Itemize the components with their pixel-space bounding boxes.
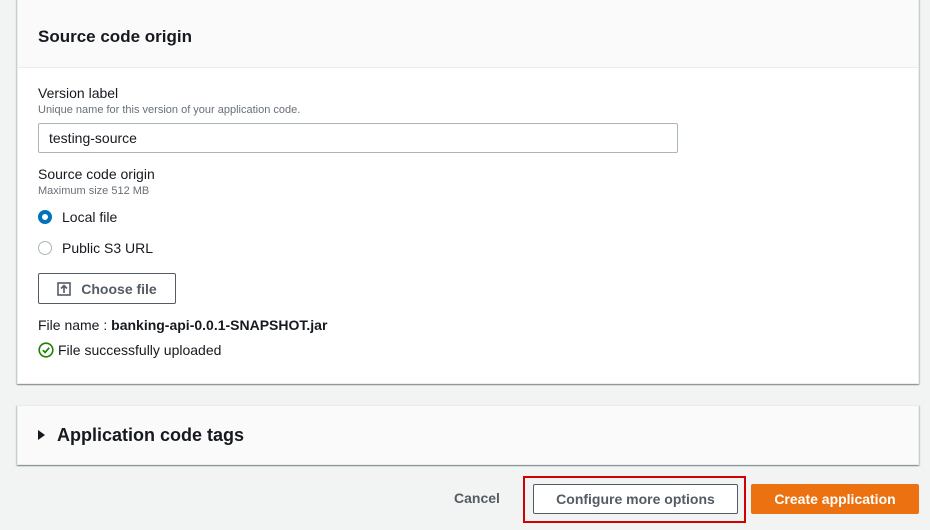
version-label-description: Unique name for this version of your app…: [38, 104, 301, 116]
tags-expander[interactable]: Application code tags: [18, 406, 918, 464]
source-origin-title: Source code origin: [38, 166, 155, 182]
configure-more-options-button[interactable]: Configure more options: [533, 484, 738, 514]
application-code-tags-panel: Application code tags: [17, 405, 919, 465]
panel-title: Source code origin: [38, 27, 192, 46]
radio-public-s3-url[interactable]: Public S3 URL: [38, 238, 918, 258]
create-application-button[interactable]: Create application: [751, 484, 919, 514]
upload-status-text: File successfully uploaded: [58, 342, 222, 358]
choose-file-button[interactable]: Choose file: [38, 273, 176, 304]
form-actions: Cancel Configure more options Create app…: [0, 476, 930, 530]
tags-title: Application code tags: [57, 424, 245, 445]
check-circle-icon: [38, 342, 54, 358]
choose-file-label: Choose file: [81, 280, 157, 297]
source-origin-group: Source code origin Maximum size 512 MB L…: [38, 165, 918, 258]
panel-header: Source code origin: [18, 0, 918, 68]
cancel-button[interactable]: Cancel: [447, 486, 507, 510]
source-origin-description: Maximum size 512 MB: [38, 185, 150, 197]
version-label-input[interactable]: [38, 123, 678, 153]
file-name-prefix: File name :: [38, 317, 108, 333]
upload-icon: [57, 281, 72, 296]
source-code-origin-panel: Source code origin Version label Unique …: [17, 0, 919, 384]
radio-local-file[interactable]: Local file: [38, 207, 918, 227]
file-name-row: File name : banking-api-0.0.1-SNAPSHOT.j…: [38, 317, 918, 333]
panel-body: Version label Unique name for this versi…: [18, 68, 918, 358]
upload-status: File successfully uploaded: [38, 342, 918, 358]
radio-button-checked[interactable]: [38, 210, 52, 224]
radio-label: Local file: [62, 209, 118, 225]
file-name-value: banking-api-0.0.1-SNAPSHOT.jar: [111, 317, 328, 333]
radio-label: Public S3 URL: [62, 240, 154, 256]
caret-right-icon: [38, 430, 45, 440]
radio-button[interactable]: [38, 241, 52, 255]
page: Source code origin Version label Unique …: [0, 0, 930, 530]
version-label-title: Version label: [38, 85, 119, 101]
